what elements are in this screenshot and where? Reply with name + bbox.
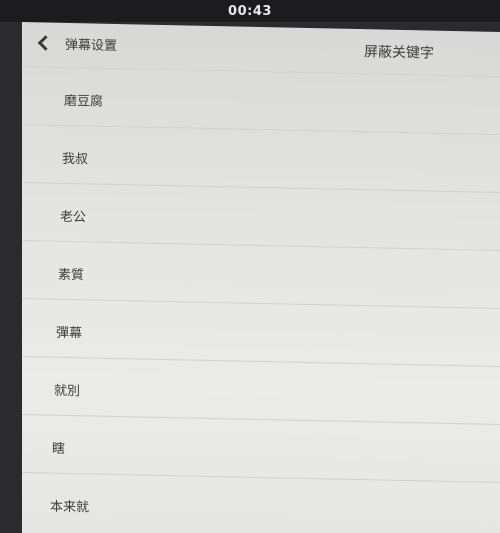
tablet-screen: 00:43 弹幕设置 屏蔽关键字 磨豆腐 我叔 老公 素質 彈幕 就別 瞎 本来… (0, 0, 500, 533)
list-item[interactable]: 彈幕 (22, 298, 500, 367)
keyword-text: 瞎 (52, 441, 66, 457)
keyword-text: 素質 (58, 267, 85, 284)
keyword-text: 本来就 (50, 499, 90, 516)
list-item[interactable]: 磨豆腐 (22, 66, 500, 135)
list-item[interactable]: 就別 (22, 356, 500, 425)
status-time: 00:43 (228, 3, 272, 19)
back-label: 弹幕设置 (65, 37, 118, 54)
status-bar: 00:43 (0, 0, 500, 22)
chevron-left-icon (37, 34, 54, 51)
list-item[interactable]: 我叔 (22, 124, 500, 193)
keyword-text: 老公 (60, 209, 87, 226)
list-item[interactable]: 瞎 (22, 414, 500, 483)
page-title: 屏蔽关键字 (364, 44, 434, 62)
list-item[interactable]: 本来就 (22, 472, 500, 533)
keyword-text: 彈幕 (56, 325, 83, 342)
keyword-text: 我叔 (62, 151, 89, 168)
keyword-text: 磨豆腐 (64, 93, 104, 110)
keyword-text: 就別 (54, 383, 81, 400)
list-item[interactable]: 老公 (22, 182, 500, 251)
keyword-list: 磨豆腐 我叔 老公 素質 彈幕 就別 瞎 本来就 (22, 66, 500, 533)
app-screen: 弹幕设置 屏蔽关键字 磨豆腐 我叔 老公 素質 彈幕 就別 瞎 本来就 (22, 22, 500, 533)
back-button[interactable]: 弹幕设置 (37, 28, 118, 58)
list-item[interactable]: 素質 (22, 240, 500, 309)
